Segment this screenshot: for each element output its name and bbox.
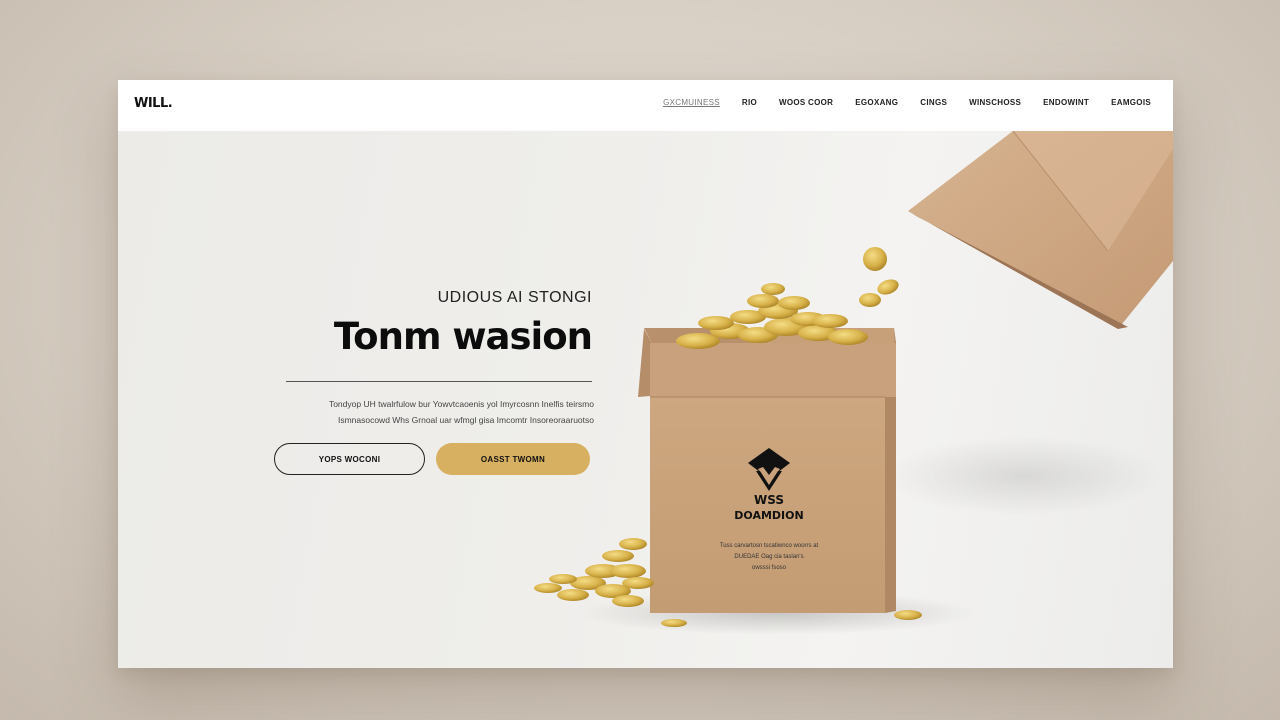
box-brand-line-1: WSS (754, 493, 784, 507)
nav-link-3[interactable]: WOOS COOR (779, 98, 833, 107)
coin-pile-top (676, 283, 868, 349)
nav-link-4[interactable]: EGOXANG (855, 98, 898, 107)
nav-link-5[interactable]: CINGS (920, 98, 947, 107)
nav-link-1[interactable]: GXCMUINESS (663, 98, 720, 107)
box-brand-line-2: DOAMDION (734, 509, 804, 522)
hero-section: UDIOUS AI STONGI Tonm wasion Tondyop UH … (118, 131, 1173, 668)
box-small-line-2: DUEDAE Oag cia taslan's (734, 554, 804, 560)
browser-frame: WILL. GXCMUINESS RIO WOOS COOR EGOXANG C… (118, 80, 1173, 668)
main-nav: GXCMUINESS RIO WOOS COOR EGOXANG CINGS W… (663, 98, 1151, 107)
top-navigation-bar: WILL. GXCMUINESS RIO WOOS COOR EGOXANG C… (118, 80, 1173, 132)
site-logo[interactable]: WILL. (134, 96, 173, 111)
falling-coins (859, 247, 899, 307)
donation-box-illustration (534, 131, 1173, 635)
nav-link-6[interactable]: WINSCHOSS (969, 98, 1021, 107)
envelope-shadow (883, 436, 1163, 516)
nav-link-2[interactable]: RIO (742, 98, 757, 107)
box-small-line-3: owsssi fsoso (751, 565, 786, 571)
nav-link-8[interactable]: EAMGOIS (1111, 98, 1151, 107)
box-small-line-1: Tuss carvartosn tscatiwnco woorrs at (719, 543, 819, 549)
envelope-icon (908, 131, 1173, 329)
coin-right (894, 610, 922, 620)
nav-link-7[interactable]: ENDOWINT (1043, 98, 1089, 107)
